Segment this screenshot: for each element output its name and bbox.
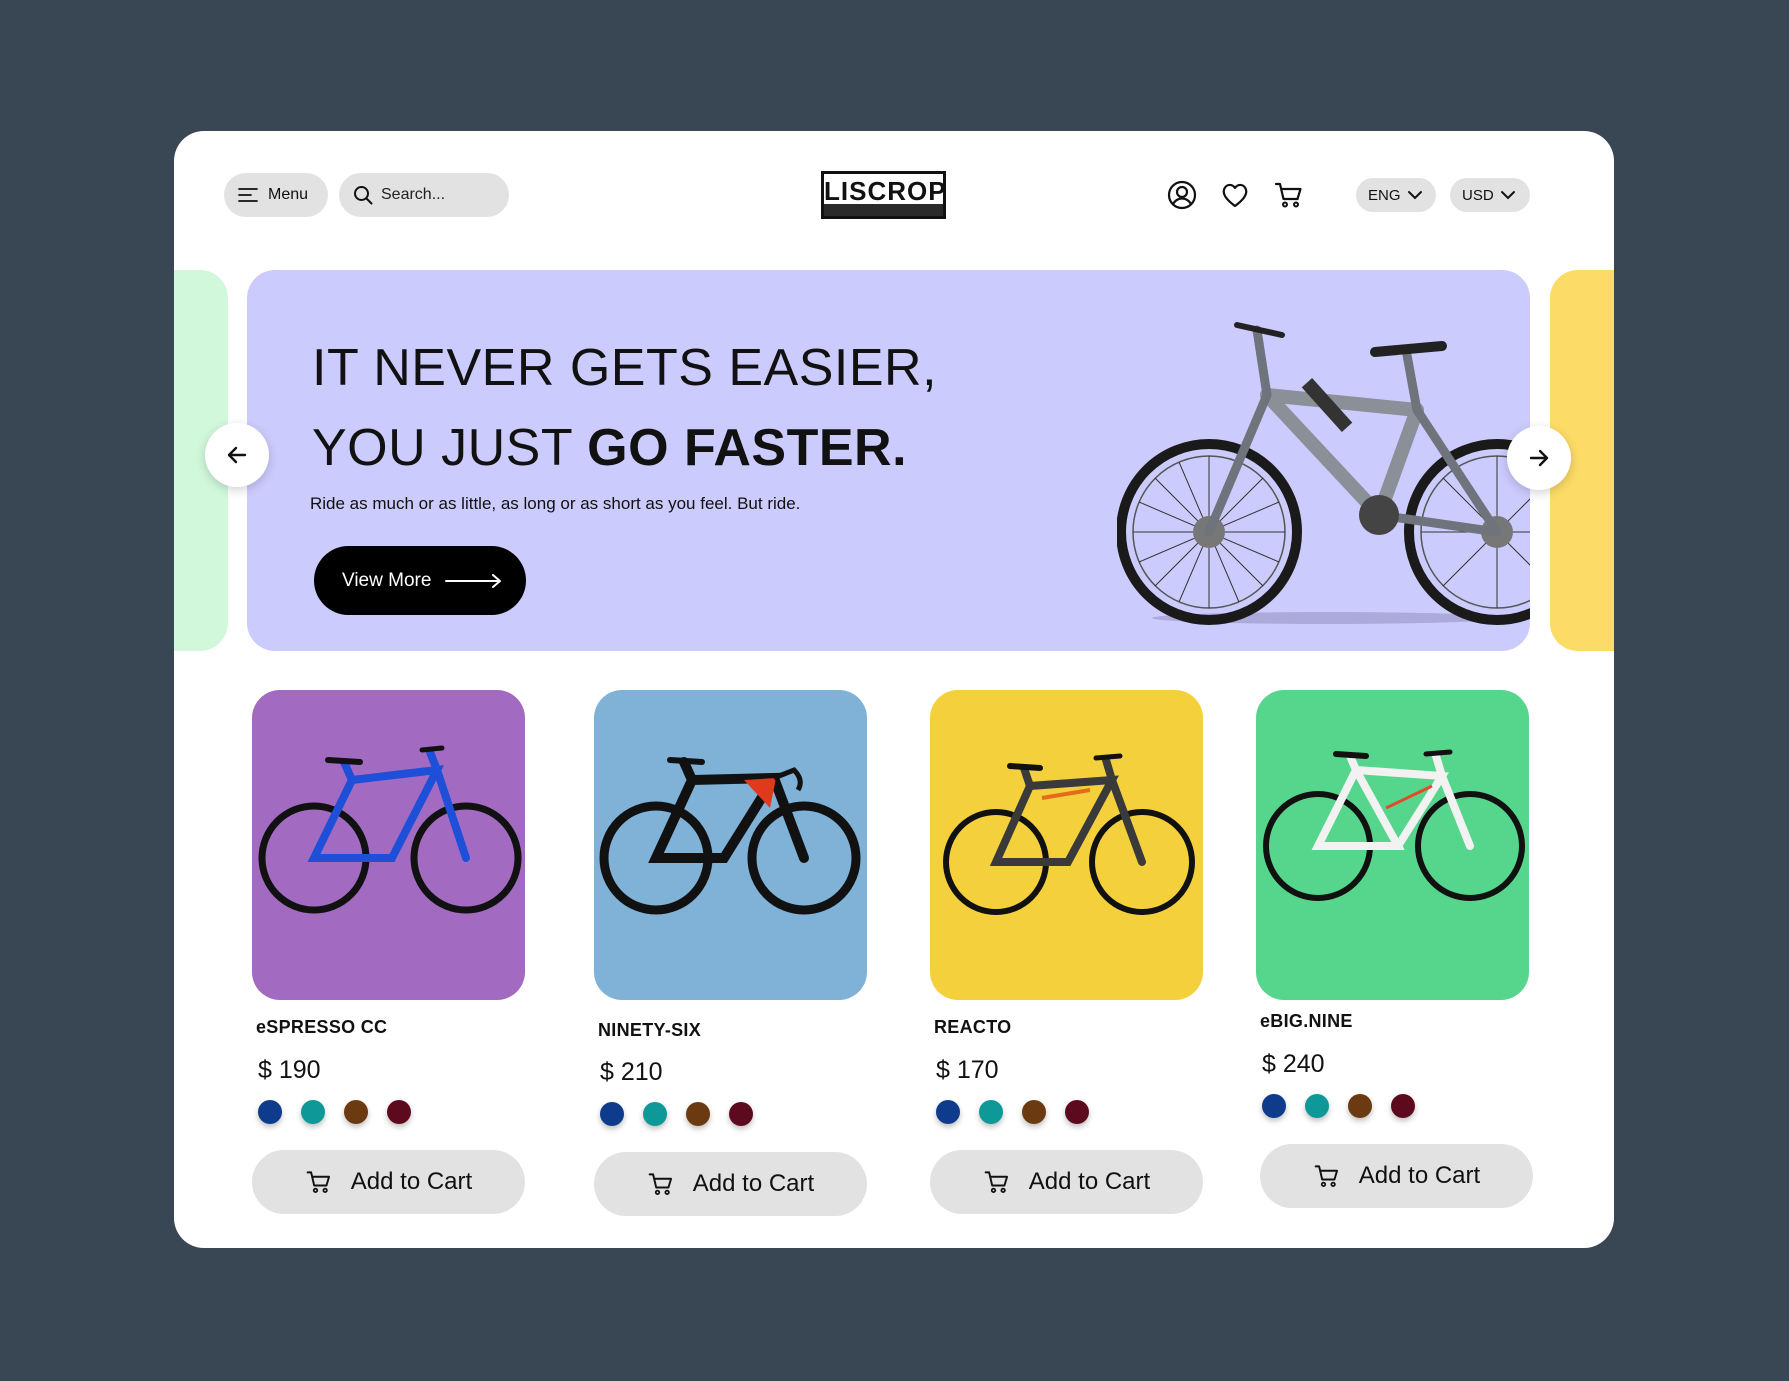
product-name[interactable]: REACTO	[934, 1017, 1011, 1038]
color-swatch[interactable]	[979, 1100, 1003, 1124]
color-swatches	[258, 1100, 411, 1124]
bike-image	[943, 753, 1195, 915]
hamburger-icon	[238, 188, 258, 202]
heart-icon[interactable]	[1219, 179, 1251, 211]
hero-title-bold: GO FASTER.	[587, 419, 908, 477]
add-to-cart-label: Add to Cart	[692, 1170, 815, 1197]
add-to-cart-button[interactable]: Add to Cart	[594, 1152, 867, 1216]
color-swatch[interactable]	[258, 1100, 282, 1124]
color-swatch[interactable]	[1065, 1100, 1089, 1124]
color-swatch[interactable]	[1391, 1094, 1415, 1118]
add-to-cart-button[interactable]: Add to Cart	[252, 1150, 525, 1214]
chevron-down-icon	[1500, 191, 1515, 200]
currency-select[interactable]: USD	[1450, 178, 1530, 212]
carousel-next-button[interactable]	[1507, 426, 1571, 490]
carousel-prev-button[interactable]	[205, 423, 269, 487]
hero-title-regular: YOU JUST	[312, 419, 588, 477]
color-swatches	[936, 1100, 1089, 1124]
chevron-down-icon	[1407, 191, 1422, 200]
product-card[interactable]: REACTO $ 170 Add to Cart	[930, 690, 1205, 1214]
hero-title-line1: IT NEVER GETS EASIER,	[312, 339, 938, 397]
product-card[interactable]: eSPRESSO CC $ 190 Add to Cart	[252, 690, 527, 1214]
cart-icon	[984, 1171, 1008, 1193]
cart-icon	[306, 1171, 330, 1193]
product-price: $ 210	[600, 1058, 663, 1086]
color-swatch[interactable]	[1305, 1094, 1329, 1118]
view-more-button[interactable]: View More	[314, 546, 526, 615]
color-swatch[interactable]	[1022, 1100, 1046, 1124]
view-more-label: View More	[342, 569, 432, 591]
bike-image	[1263, 749, 1525, 901]
search-input[interactable]: Search...	[339, 173, 509, 217]
product-card[interactable]: eBIG.NINE $ 240 Add to Cart	[1256, 690, 1533, 1208]
cart-icon	[648, 1173, 672, 1195]
color-swatch[interactable]	[1262, 1094, 1286, 1118]
arrow-right-icon	[1529, 449, 1549, 467]
color-swatch[interactable]	[387, 1100, 411, 1124]
logo-text: LISCROP	[824, 176, 947, 206]
bike-image	[258, 745, 522, 914]
color-swatch[interactable]	[729, 1102, 753, 1126]
language-value: ENG	[1368, 186, 1401, 204]
arrow-left-icon	[227, 446, 247, 464]
language-select[interactable]: ENG	[1356, 178, 1436, 212]
product-name[interactable]: eSPRESSO CC	[256, 1017, 387, 1038]
user-icon[interactable]	[1166, 179, 1198, 211]
cart-icon[interactable]	[1273, 179, 1305, 211]
product-image[interactable]	[930, 690, 1203, 1000]
color-swatch[interactable]	[936, 1100, 960, 1124]
product-price: $ 170	[936, 1056, 999, 1084]
color-swatch[interactable]	[344, 1100, 368, 1124]
cart-icon	[1314, 1165, 1338, 1187]
search-icon	[354, 186, 373, 205]
add-to-cart-label: Add to Cart	[1358, 1162, 1481, 1189]
product-price: $ 190	[258, 1056, 321, 1084]
product-image[interactable]	[252, 690, 525, 1000]
bike-image	[599, 757, 861, 915]
color-swatch[interactable]	[1348, 1094, 1372, 1118]
add-to-cart-button[interactable]: Add to Cart	[1260, 1144, 1533, 1208]
product-image[interactable]	[1256, 690, 1529, 1000]
search-placeholder: Search...	[381, 186, 446, 203]
hero-title-line2: YOU JUST GO FASTER.	[312, 418, 907, 478]
hero-bike-image	[1117, 322, 1530, 625]
color-swatches	[1262, 1094, 1415, 1118]
product-card[interactable]: NINETY-SIX $ 210 Add to Cart	[594, 690, 869, 1216]
app-window: Menu Search... LISCROP ENG USD IT NEVER …	[174, 131, 1614, 1248]
long-arrow-right-icon	[445, 573, 502, 588]
logo-underline	[824, 204, 943, 216]
color-swatch[interactable]	[643, 1102, 667, 1126]
product-name[interactable]: NINETY-SIX	[598, 1020, 701, 1041]
add-to-cart-label: Add to Cart	[1028, 1168, 1151, 1195]
product-price: $ 240	[1262, 1050, 1325, 1078]
product-image[interactable]	[594, 690, 867, 1000]
hero-subtitle: Ride as much or as little, as long or as…	[310, 494, 801, 513]
hero-banner: IT NEVER GETS EASIER, YOU JUST GO FASTER…	[247, 270, 1530, 651]
product-name[interactable]: eBIG.NINE	[1260, 1011, 1353, 1032]
color-swatches	[600, 1102, 753, 1126]
add-to-cart-label: Add to Cart	[350, 1168, 473, 1195]
menu-label: Menu	[268, 186, 309, 203]
currency-value: USD	[1462, 186, 1494, 204]
color-swatch[interactable]	[600, 1102, 624, 1126]
color-swatch[interactable]	[301, 1100, 325, 1124]
brand-logo[interactable]: LISCROP	[821, 171, 946, 219]
add-to-cart-button[interactable]: Add to Cart	[930, 1150, 1203, 1214]
color-swatch[interactable]	[686, 1102, 710, 1126]
menu-button[interactable]: Menu	[224, 173, 328, 217]
